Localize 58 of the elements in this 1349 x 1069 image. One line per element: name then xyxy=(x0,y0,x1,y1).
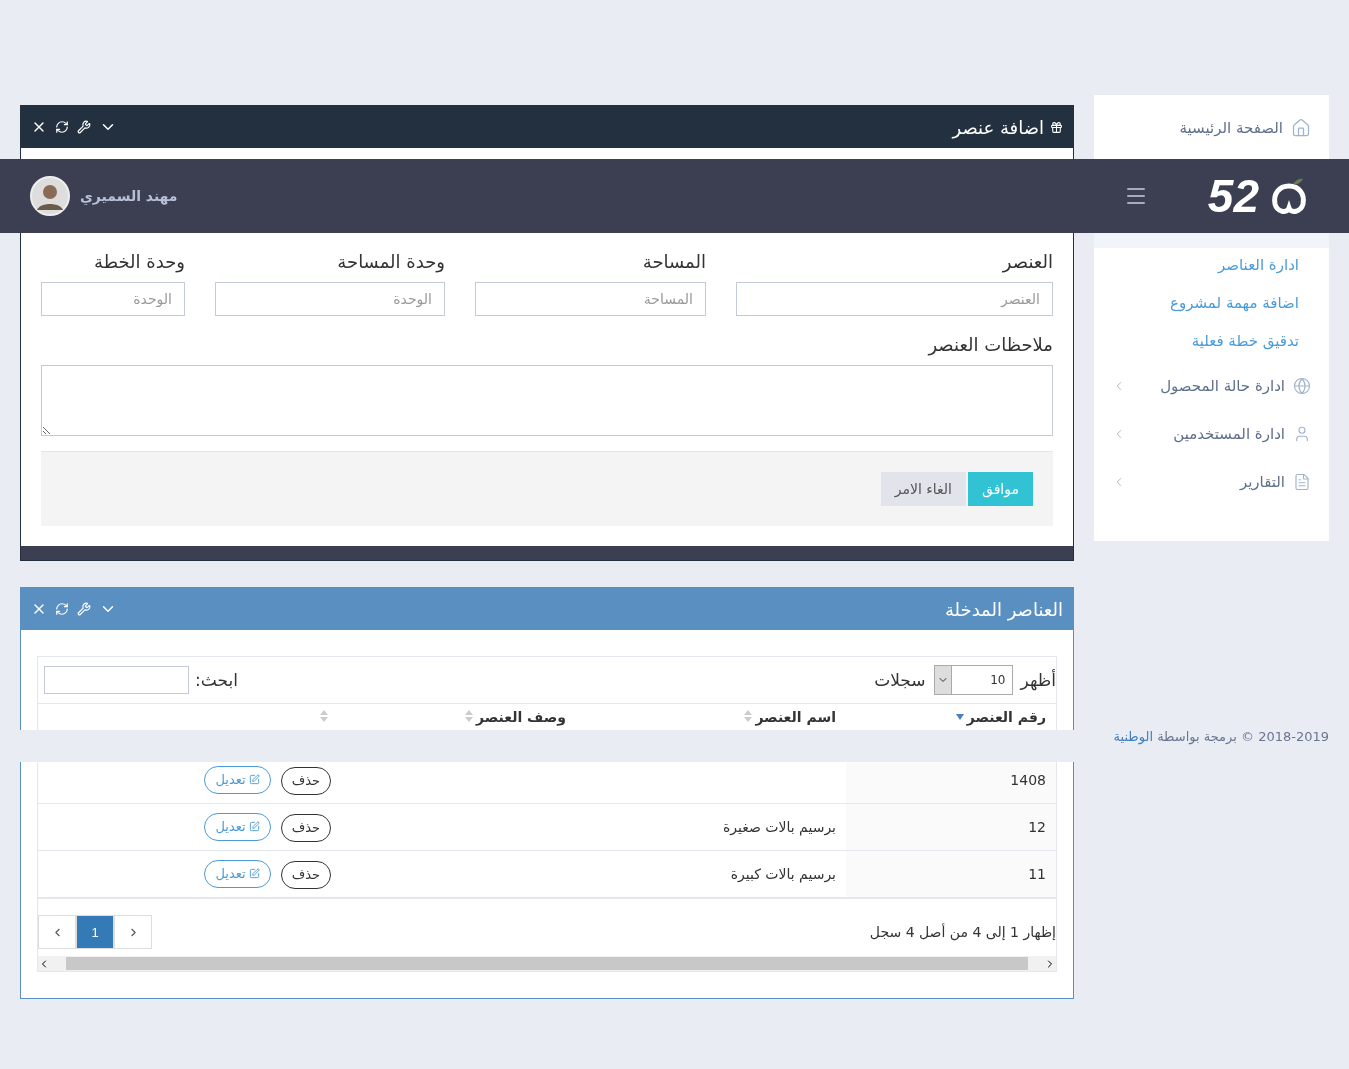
text-field[interactable]: المساحة xyxy=(475,282,706,316)
sort-icon xyxy=(744,710,753,722)
delete-button[interactable]: حذف xyxy=(280,813,331,842)
sidebar-link[interactable]: تدقيق خطة فعلية xyxy=(1094,324,1329,362)
edit-button[interactable]: تعديل xyxy=(204,812,271,841)
notes-field[interactable] xyxy=(41,365,1053,436)
table-cell: برسيم بالات صغيرة xyxy=(722,819,836,835)
table-info: إظهار 1 إلى 4 من أصل 4 سجل xyxy=(869,924,1056,940)
field-label: وحدة المساحة xyxy=(336,251,445,272)
user-name: مهند السميري xyxy=(80,188,178,204)
field-label: العنصر xyxy=(1001,251,1053,272)
edit-icon xyxy=(248,868,260,879)
table-cell: 1408 xyxy=(1010,772,1046,788)
edit-icon xyxy=(248,821,260,832)
avatar-icon xyxy=(30,176,70,216)
sidebar-item[interactable]: ادارة المستخدمين xyxy=(1094,410,1329,458)
sidebar-link[interactable]: ادارة العناصر xyxy=(1094,248,1329,286)
gift-icon xyxy=(1050,120,1063,134)
table-cell: برسيم بالات كبيرة xyxy=(730,866,836,882)
search-label: ابحث: xyxy=(195,670,238,690)
field-label: ملاحظات العنصر xyxy=(926,334,1053,355)
table-cell: 11 xyxy=(1028,866,1046,882)
page-size-select[interactable]: 10 xyxy=(933,665,1013,695)
text-field[interactable]: الوحدة xyxy=(41,282,185,316)
text-field[interactable]: العنصر xyxy=(736,282,1053,316)
delete-button[interactable]: حذف xyxy=(280,766,331,795)
field-label: المساحة xyxy=(641,251,706,272)
home-icon xyxy=(1291,117,1311,138)
copyright-text: 2018-2019 © برمجة بواسطة الوطنية xyxy=(1112,729,1329,744)
sort-icon xyxy=(320,710,328,722)
page-button[interactable]: 1 xyxy=(76,915,114,949)
sidebar-link[interactable]: اضافة مهمة لمشروع xyxy=(1094,286,1329,324)
sort-icon xyxy=(465,710,474,722)
sidebar-item[interactable]: الصفحة الرئيسية xyxy=(1094,95,1329,160)
refresh-icon[interactable] xyxy=(55,120,69,134)
text-field[interactable]: الوحدة xyxy=(215,282,445,316)
sidebar-item[interactable]: التقارير xyxy=(1094,458,1329,506)
table-cell: 12 xyxy=(1028,819,1046,835)
field-label: وحدة الخطة xyxy=(93,251,185,272)
show-label: أظهر xyxy=(1020,670,1056,690)
wrench-icon[interactable] xyxy=(77,120,91,134)
document-icon xyxy=(1293,473,1311,491)
delete-button[interactable]: حذف xyxy=(280,860,331,889)
logo: 52 xyxy=(1207,169,1309,223)
panel-title: العناصر المدخلة xyxy=(944,598,1063,620)
cancel-button[interactable]: الغاء الامر xyxy=(880,472,966,506)
user-icon xyxy=(1293,425,1311,443)
edit-button[interactable]: تعديل xyxy=(204,765,271,794)
search-field[interactable] xyxy=(44,666,189,694)
edit-button[interactable]: تعديل xyxy=(204,859,271,888)
globe-icon xyxy=(1293,377,1311,395)
horizontal-scrollbar[interactable] xyxy=(38,956,1056,971)
company-link[interactable]: الوطنية xyxy=(1113,729,1153,744)
sidebar-item[interactable]: ادارة حالة المحصول xyxy=(1094,362,1329,410)
fruit-logo-icon xyxy=(1269,176,1309,216)
records-label: سجلات xyxy=(874,670,926,690)
panel-title: اضافة عنصر xyxy=(952,116,1063,138)
edit-icon xyxy=(248,774,260,785)
